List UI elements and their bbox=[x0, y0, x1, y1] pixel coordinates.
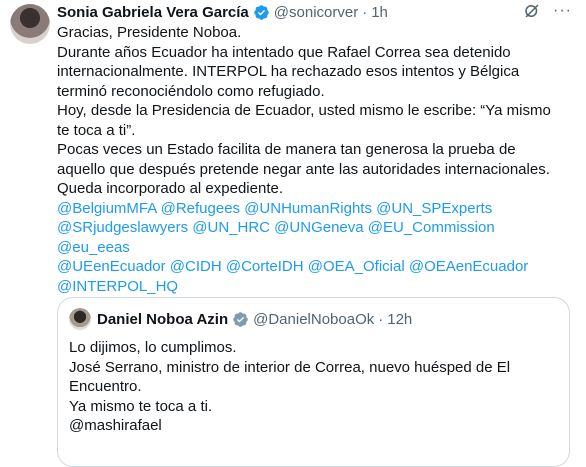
tweet-line: Gracias, Presidente Noboa. bbox=[57, 24, 242, 41]
quoted-timestamp: 12h bbox=[387, 310, 413, 328]
author-handle[interactable]: @sonicorver bbox=[274, 4, 358, 21]
author-name[interactable]: Sonia Gabriela Vera García bbox=[57, 4, 249, 21]
tweet-line: internacionalmente. INTERPOL ha rechazad… bbox=[57, 63, 520, 80]
tweet-line: Pocas veces un Estado facilita de manera… bbox=[57, 141, 516, 158]
tweet-header: Sonia Gabriela Vera García @sonicorver ·… bbox=[57, 2, 572, 22]
mention-line[interactable]: @SRjudgeslawyers @UN_HRC @UNGeneva @EU_C… bbox=[57, 218, 569, 257]
quoted-author-name: Daniel Noboa Azin bbox=[97, 310, 229, 328]
tweet-line: Queda incorporado al expediente. bbox=[57, 180, 283, 197]
mention-line[interactable]: @BelgiumMFA @Refugees @UNHumanRights @UN… bbox=[57, 199, 569, 219]
separator-dot: · bbox=[362, 3, 368, 21]
tweet-line: aquello que después pretende negar ante … bbox=[57, 160, 550, 178]
verified-badge-icon bbox=[254, 4, 269, 20]
quoted-line: José Serrano, ministro de interior de Co… bbox=[69, 358, 511, 376]
quoted-tweet-header: Daniel Noboa Azin @DanielNoboaOk · 12h bbox=[69, 308, 412, 330]
more-options-icon[interactable]: ··· bbox=[553, 2, 572, 20]
quoted-tweet-text: Lo dijimos, lo cumplimos. José Serrano, … bbox=[69, 338, 559, 436]
tweet-text: Gracias, Presidente Noboa. Durante años … bbox=[57, 23, 569, 296]
verified-badge-icon bbox=[233, 311, 248, 327]
grok-icon[interactable] bbox=[523, 2, 541, 20]
quoted-tweet[interactable]: Daniel Noboa Azin @DanielNoboaOk · 12h L… bbox=[57, 297, 570, 467]
author-avatar[interactable] bbox=[10, 4, 50, 44]
tweet-line: Durante años Ecuador ha intentado que Ra… bbox=[57, 43, 511, 61]
quoted-author-handle: @DanielNoboaOk bbox=[253, 310, 375, 328]
mention-line[interactable]: @INTERPOL_HQ bbox=[57, 277, 569, 297]
quoted-line: Lo dijimos, lo cumplimos. bbox=[69, 339, 237, 356]
mention-line[interactable]: @UEenEcuador @CIDH @CorteIDH @OEA_Oficia… bbox=[57, 257, 569, 277]
tweet-line: te toca a ti”. bbox=[57, 121, 136, 139]
quoted-line: @mashirafael bbox=[69, 417, 162, 434]
quoted-author-avatar bbox=[69, 308, 91, 330]
quoted-line: Encuentro. bbox=[69, 378, 142, 395]
tweet-line: Hoy, desde la Presidencia de Ecuador, us… bbox=[57, 102, 551, 119]
separator-dot: · bbox=[378, 310, 384, 328]
tweet-line: terminó reconociéndolo como refugiado. bbox=[57, 82, 325, 100]
tweet-timestamp[interactable]: 1h bbox=[371, 4, 388, 21]
quoted-line: Ya mismo te toca a ti. bbox=[69, 397, 213, 415]
